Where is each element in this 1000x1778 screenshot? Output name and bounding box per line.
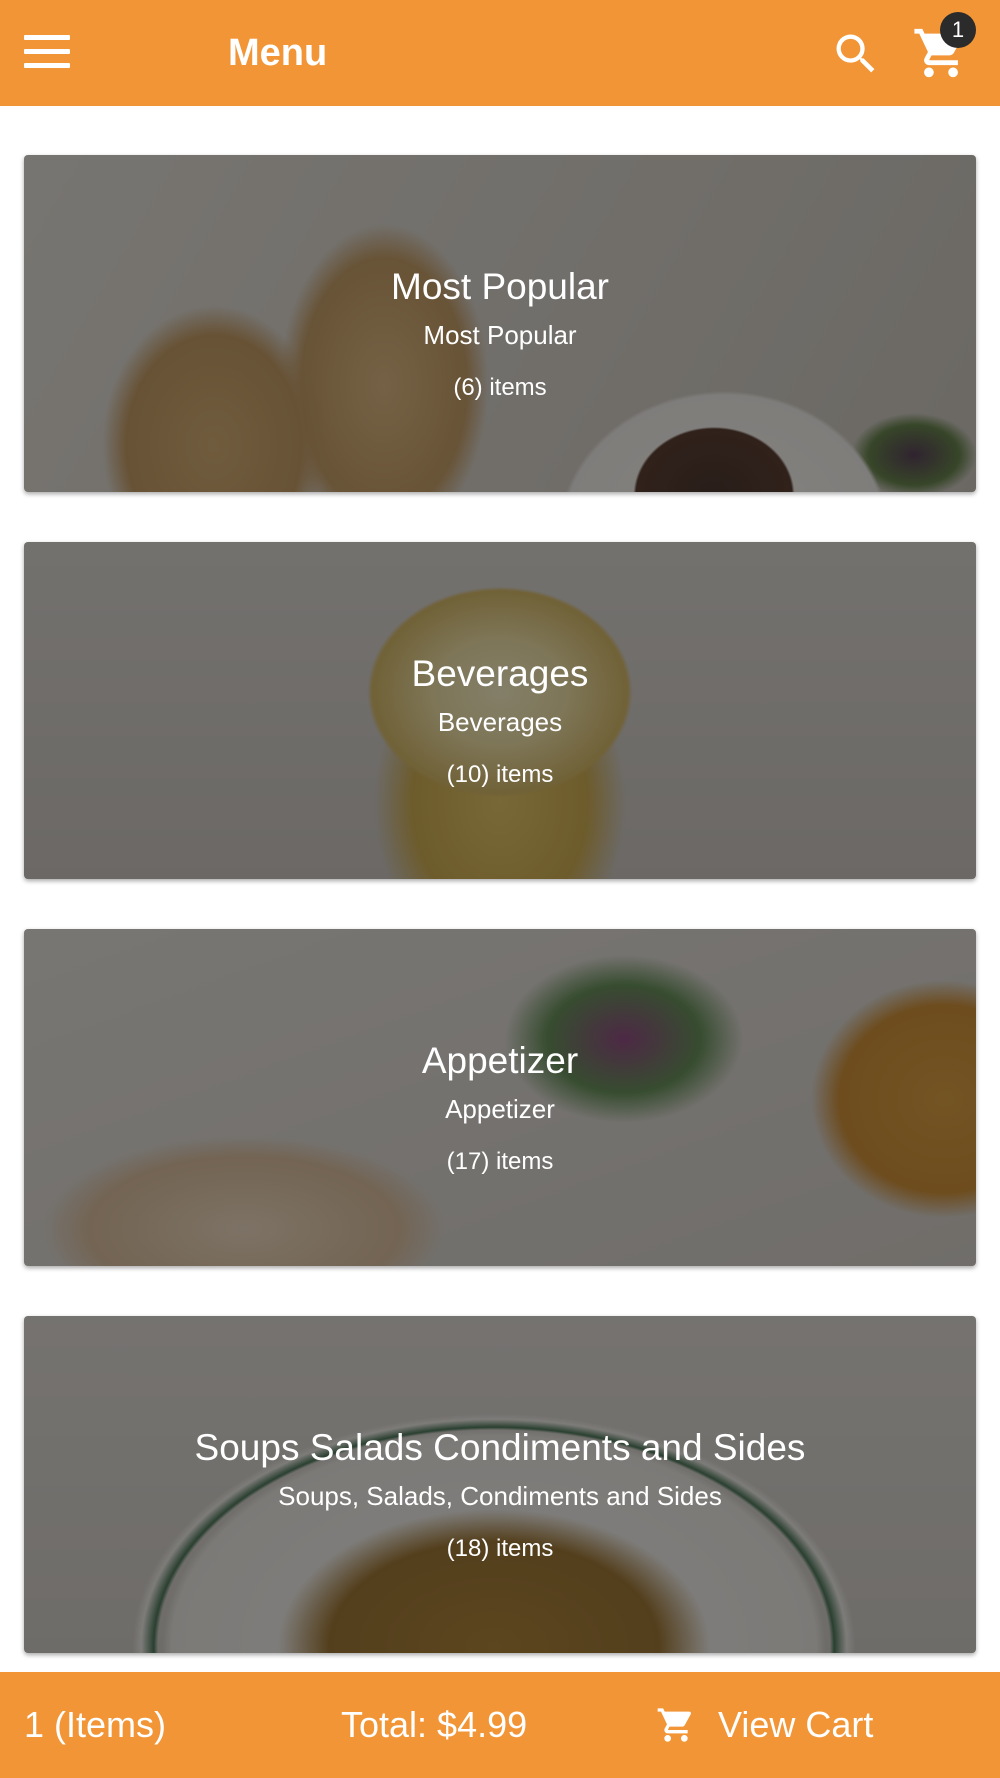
- search-icon[interactable]: [830, 28, 882, 80]
- cart-count-badge: 1: [940, 12, 976, 48]
- category-card-appetizer[interactable]: Appetizer Appetizer (17) items: [24, 929, 976, 1266]
- category-item-count: (6) items: [453, 374, 547, 401]
- category-list: Most Popular Most Popular (6) items Beve…: [24, 155, 976, 1703]
- category-description: Appetizer: [445, 1094, 555, 1124]
- category-card-beverages[interactable]: Beverages Beverages (10) items: [24, 542, 976, 879]
- category-item-count: (18) items: [446, 1535, 554, 1562]
- cart-summary-bar: 1 (Items) Total: $4.99 View Cart: [0, 1672, 1000, 1778]
- category-description: Most Popular: [423, 320, 577, 350]
- menu-icon[interactable]: [20, 30, 74, 74]
- cart-item-count: 1 (Items): [24, 1704, 167, 1745]
- category-name: Beverages: [411, 653, 589, 694]
- category-description: Beverages: [437, 707, 563, 737]
- view-cart-label: View Cart: [718, 1704, 874, 1745]
- category-card-most-popular[interactable]: Most Popular Most Popular (6) items: [24, 155, 976, 492]
- category-name: Soups Salads Condiments and Sides: [194, 1427, 806, 1468]
- category-description: Soups, Salads, Condiments and Sides: [278, 1481, 722, 1511]
- page-title: Menu: [228, 32, 328, 74]
- cart-icon: [657, 1708, 692, 1742]
- view-cart-button[interactable]: View Cart: [656, 1698, 873, 1752]
- category-card-soups[interactable]: Soups Salads Condiments and Sides Soups,…: [24, 1316, 976, 1653]
- cart-total: Total: $4.99: [341, 1704, 528, 1745]
- category-name: Appetizer: [421, 1040, 579, 1081]
- category-name: Most Popular: [391, 266, 609, 307]
- category-item-count: (17) items: [446, 1148, 554, 1175]
- category-item-count: (10) items: [446, 761, 554, 788]
- app-bar: Menu 1: [0, 0, 1000, 106]
